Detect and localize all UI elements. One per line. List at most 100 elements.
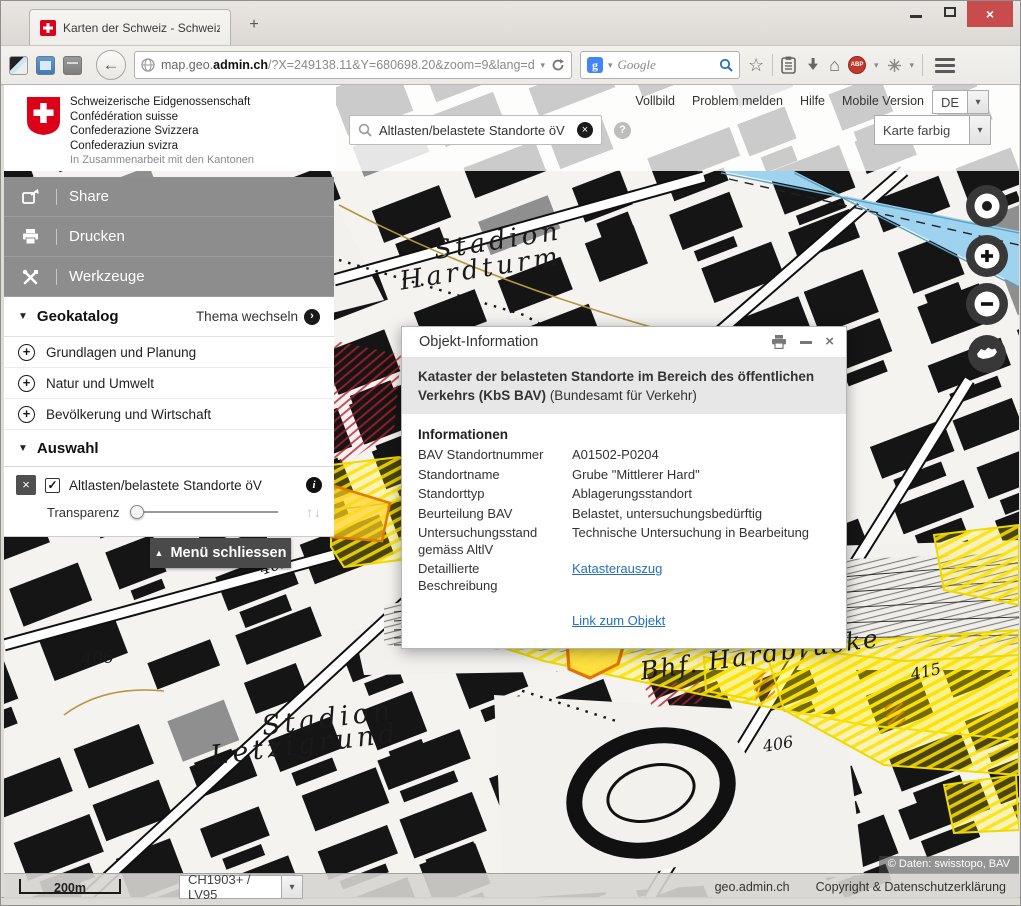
object-information-popup: Objekt-Information × Kataster der belast… [401,326,847,649]
chevron-down-icon: ▼ [18,443,28,454]
sidebar-item-drucken[interactable]: Drucken [4,217,334,257]
clear-search-icon[interactable]: × [577,122,593,138]
category-natur-und-umwelt[interactable]: + Natur und Umwelt [4,368,334,399]
brand-block: Schweizerische Eidgenossenschaft Confédé… [4,85,336,171]
copyright-link[interactable]: Copyright & Datenschutzerklärung [816,880,1006,894]
map-style-select[interactable]: Karte farbig ▾ [874,115,991,145]
zoom-in-button[interactable] [965,234,1009,278]
map-label-elev-406: 406 [80,647,115,670]
extension-icon-2[interactable] [36,56,55,75]
print-icon[interactable] [771,335,787,349]
layer-name: Altlasten/belastete Standorte öV [69,478,262,493]
info-label: Standortname [418,467,558,484]
minimize-icon [910,15,922,18]
maximize-icon [944,7,956,17]
sidebar-item-label: Werkzeuge [69,268,145,285]
addon-dropdown-icon[interactable]: ▾ [910,60,915,71]
close-popup-icon[interactable]: × [825,335,834,349]
web-search-box[interactable]: g ▾ Google [580,51,740,79]
reload-icon[interactable] [551,58,565,72]
url-text: map.geo.admin.ch/?X=249138.11&Y=680698.2… [161,58,534,72]
transparency-label: Transparenz [47,505,120,520]
geokatalog-section-header[interactable]: ▼ Geokatalog Thema wechseln › [4,297,334,337]
adblock-dropdown-icon[interactable]: ▾ [874,60,879,71]
transparency-slider[interactable] [130,505,278,519]
link-mobile-version[interactable]: Mobile Version [842,94,924,108]
magnifier-icon[interactable] [719,58,733,72]
geolocate-button[interactable] [965,184,1009,228]
zoom-out-button[interactable] [965,282,1009,326]
auswahl-section-header[interactable]: ▼ Auswahl [4,430,334,466]
sidebar-item-share[interactable]: Share [4,177,334,217]
category-grundlagen-und-planung[interactable]: + Grundlagen und Planung [4,337,334,368]
default-extent-button[interactable] [965,332,1009,376]
projection-select[interactable]: CH1903+ / LV95 ▾ [179,875,303,899]
menu-hamburger-icon[interactable] [935,58,955,73]
remove-layer-button[interactable]: × [16,475,36,495]
toolbar-separator [922,54,923,76]
window-close-button[interactable]: × [967,1,1013,27]
bookmarks-panel-icon[interactable] [781,56,797,74]
search-placeholder: Google [618,57,714,73]
adblock-icon[interactable]: ABP [848,56,866,74]
url-dropdown-icon[interactable]: ▾ [540,60,545,71]
layer-description: Kataster der belasteten Standorte im Ber… [402,358,846,414]
info-value: Ablagerungsstandort [572,486,830,503]
new-tab-button[interactable]: + [241,15,267,37]
back-button[interactable]: ← [96,50,126,80]
language-select[interactable]: DE ▾ [932,90,989,114]
url-bar[interactable]: map.geo.admin.ch/?X=249138.11&Y=680698.2… [134,51,572,79]
bookmark-star-icon[interactable]: ☆ [748,56,764,74]
title-bar: Karten der Schweiz - Schweize... + × [1,1,1020,45]
downloads-icon[interactable] [805,57,821,73]
addon-icon[interactable] [887,58,902,73]
chevron-down-icon: ▾ [970,115,991,145]
navigation-toolbar: ← map.geo.admin.ch/?X=249138.11&Y=680698… [1,45,1020,85]
info-value: Belastet, untersuchungsbedürftig [572,506,830,523]
info-label: Standorttyp [418,486,558,503]
sidebar-item-werkzeuge[interactable]: Werkzeuge [4,257,334,297]
window-maximize-button[interactable] [933,1,967,23]
search-input[interactable] [379,123,570,138]
brand-line: Confederazione Svizzera [70,124,250,139]
close-icon: × [986,6,994,22]
extension-icon-1[interactable] [9,56,28,75]
arrow-right-circle-icon: › [304,309,320,325]
layer-info-icon[interactable]: i [306,477,322,493]
slider-knob[interactable] [130,505,144,519]
map-search-field[interactable]: × [349,115,602,145]
plus-circle-icon: + [18,406,35,423]
info-value: A01502-P0204 [572,447,830,464]
engine-dropdown-icon[interactable]: ▾ [608,60,613,71]
link-problem-melden[interactable]: Problem melden [692,94,783,108]
swiss-flag-favicon [40,20,56,36]
katasterauszug-link[interactable]: Katasterauszug [572,561,662,576]
layer-checkbox[interactable]: ✓ [45,478,60,493]
active-layer-row: × ✓ Altlasten/belastete Standorte öV i T… [4,466,334,536]
globe-icon [141,58,155,72]
back-arrow-icon: ← [103,55,120,75]
google-engine-icon[interactable]: g [587,57,603,73]
theme-switch-link[interactable]: Thema wechseln › [196,309,320,325]
link-zum-objekt-link[interactable]: Link zum Objekt [572,613,665,628]
extension-icon-3[interactable] [63,56,82,75]
sidebar: Share Drucken Werkzeuge ▼ Geokatalog [4,177,334,537]
browser-tab[interactable]: Karten der Schweiz - Schweize... [29,9,231,45]
home-icon[interactable]: ⌂ [829,56,840,74]
search-help-button[interactable]: ? [614,122,631,139]
brand-line: Confédération suisse [70,110,250,125]
auswahl-label: Auswahl [37,440,99,457]
popup-header[interactable]: Objekt-Information × [402,327,846,358]
info-label [418,597,558,630]
layer-order-arrows[interactable]: ↑↓ [306,504,322,520]
tab-title: Karten der Schweiz - Schweize... [63,21,220,35]
geoadmin-link[interactable]: geo.admin.ch [715,880,790,894]
close-menu-button[interactable]: ▲ Menü schliessen [150,538,291,568]
window-minimize-button[interactable] [899,1,933,23]
link-hilfe[interactable]: Hilfe [800,94,825,108]
category-bevoelkerung-und-wirtschaft[interactable]: + Bevölkerung und Wirtschaft [4,399,334,430]
minimize-popup-icon[interactable] [800,341,812,344]
link-vollbild[interactable]: Vollbild [635,94,675,108]
info-label: Untersuchungsstand gemäss AltlV [418,525,558,558]
info-label: Detaillierte Beschreibung [418,561,558,594]
